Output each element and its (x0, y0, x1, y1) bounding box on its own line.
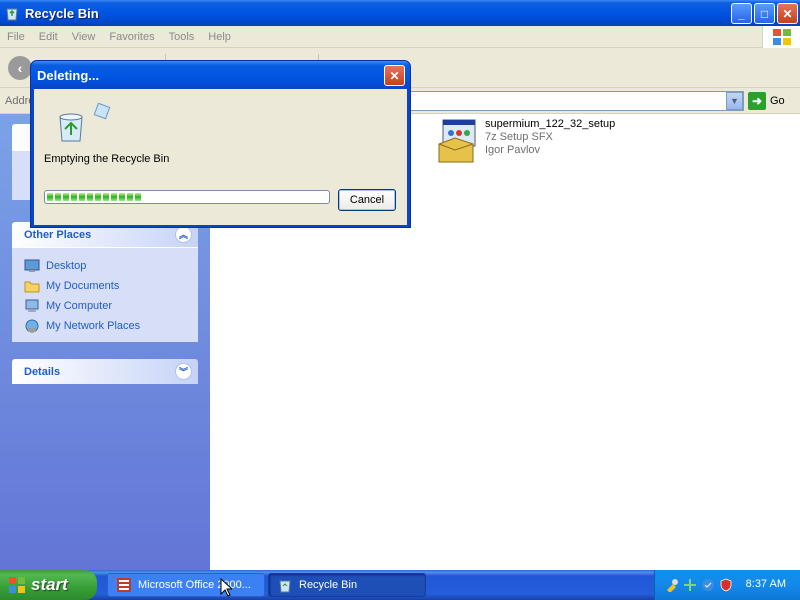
progress-block (127, 193, 133, 201)
expand-chevron-icon[interactable]: ︾ (175, 363, 192, 380)
file-item[interactable]: supermium_122_32_setup 7z Setup SFX Igor… (435, 118, 615, 166)
menu-view[interactable]: View (65, 31, 103, 43)
mouse-cursor-icon (220, 578, 232, 597)
dialog-title-bar[interactable]: Deleting... (31, 61, 410, 89)
panel-title: Details (24, 365, 61, 378)
progress-block (135, 193, 141, 201)
progress-block (63, 193, 69, 201)
windows-logo-icon (762, 26, 800, 48)
go-button[interactable]: ➜ Go (748, 91, 798, 111)
start-label: start (31, 575, 68, 594)
tray-network-icon[interactable] (683, 578, 697, 592)
clock: 8:37 AM (745, 578, 786, 590)
progress-block (87, 193, 93, 201)
recycle-bin-icon (279, 580, 291, 593)
progress-block (119, 193, 125, 201)
start-button[interactable]: start (0, 570, 97, 600)
panel-other-places: Other Places ︽ Desktop My Documents My C… (12, 222, 198, 342)
place-label: Desktop (46, 260, 87, 272)
dialog-title: Deleting... (37, 67, 100, 83)
maximize-button[interactable]: □ (754, 3, 775, 24)
panel-body: Desktop My Documents My Computer My Netw… (12, 247, 198, 342)
panel-title: Other Places (24, 228, 92, 241)
computer-icon (25, 299, 39, 312)
recycle-animation-icon (59, 103, 111, 142)
panel-header[interactable]: Details ︾ (12, 359, 198, 384)
taskbar-item-office[interactable]: Microsoft Office 2000... (107, 573, 265, 597)
window-title-bar[interactable]: Recycle Bin _ □ ✕ (0, 0, 800, 26)
taskbar-item-recycle-bin[interactable]: Recycle Bin (268, 573, 426, 597)
panel-details: Details ︾ (12, 359, 198, 384)
menu-help[interactable]: Help (201, 31, 238, 43)
setup-installer-icon (438, 119, 476, 163)
tray-update-icon[interactable] (701, 578, 715, 592)
deleting-dialog: Deleting... ✕ Emptying the Recycle Bin C… (30, 60, 411, 228)
collapse-chevron-icon[interactable]: ︽ (175, 226, 192, 243)
dialog-close-button[interactable]: ✕ (384, 65, 405, 86)
progress-block (111, 193, 117, 201)
back-button[interactable]: ‹ (8, 56, 32, 80)
delete-progress-bar (44, 190, 330, 204)
progress-block (103, 193, 109, 201)
place-my-network-places[interactable]: My Network Places (24, 316, 188, 336)
menu-favorites[interactable]: Favorites (102, 31, 161, 43)
place-label: My Network Places (46, 320, 141, 332)
network-icon (25, 319, 39, 333)
place-label: My Documents (46, 280, 120, 292)
progress-block (95, 193, 101, 201)
office-icon (117, 578, 131, 592)
file-type: 7z Setup SFX (485, 131, 553, 143)
window-title: Recycle Bin (25, 5, 99, 21)
desktop-icon (24, 259, 40, 272)
cancel-button[interactable]: Cancel (338, 189, 396, 211)
go-arrow-icon: ➜ (748, 92, 766, 110)
progress-block (79, 193, 85, 201)
menu-edit[interactable]: Edit (32, 31, 65, 43)
menu-file[interactable]: File (0, 31, 32, 43)
minimize-button[interactable]: _ (731, 3, 752, 24)
taskbar-item-label: Recycle Bin (299, 579, 358, 591)
close-button[interactable]: ✕ (777, 3, 798, 24)
place-desktop[interactable]: Desktop (24, 256, 188, 276)
progress-block (71, 193, 77, 201)
file-name: supermium_122_32_setup (485, 118, 616, 130)
dialog-body: Emptying the Recycle Bin Cancel (34, 89, 407, 225)
progress-block (55, 193, 61, 201)
progress-block (47, 193, 53, 201)
file-company: Igor Pavlov (485, 144, 541, 156)
go-label: Go (770, 95, 785, 107)
recycle-bin-icon (6, 8, 18, 21)
menu-bar: File Edit View Favorites Tools Help (0, 26, 800, 48)
place-my-documents[interactable]: My Documents (24, 276, 188, 296)
system-tray: 8:37 AM (654, 570, 800, 600)
taskbar-item-label: Microsoft Office 2000... (138, 579, 251, 591)
menu-tools[interactable]: Tools (162, 31, 202, 43)
tray-tool-icon[interactable] (665, 578, 679, 592)
dialog-message: Emptying the Recycle Bin (44, 153, 170, 165)
tray-shield-icon[interactable] (719, 578, 733, 592)
progress-fill (47, 193, 327, 201)
place-my-computer[interactable]: My Computer (24, 296, 188, 316)
folder-icon (24, 281, 40, 293)
taskbar: start Microsoft Office 2000... Recycle B… (0, 570, 800, 600)
place-label: My Computer (46, 300, 113, 312)
chevron-down-icon[interactable]: ▼ (726, 92, 743, 110)
windows-flag-icon (9, 577, 25, 593)
